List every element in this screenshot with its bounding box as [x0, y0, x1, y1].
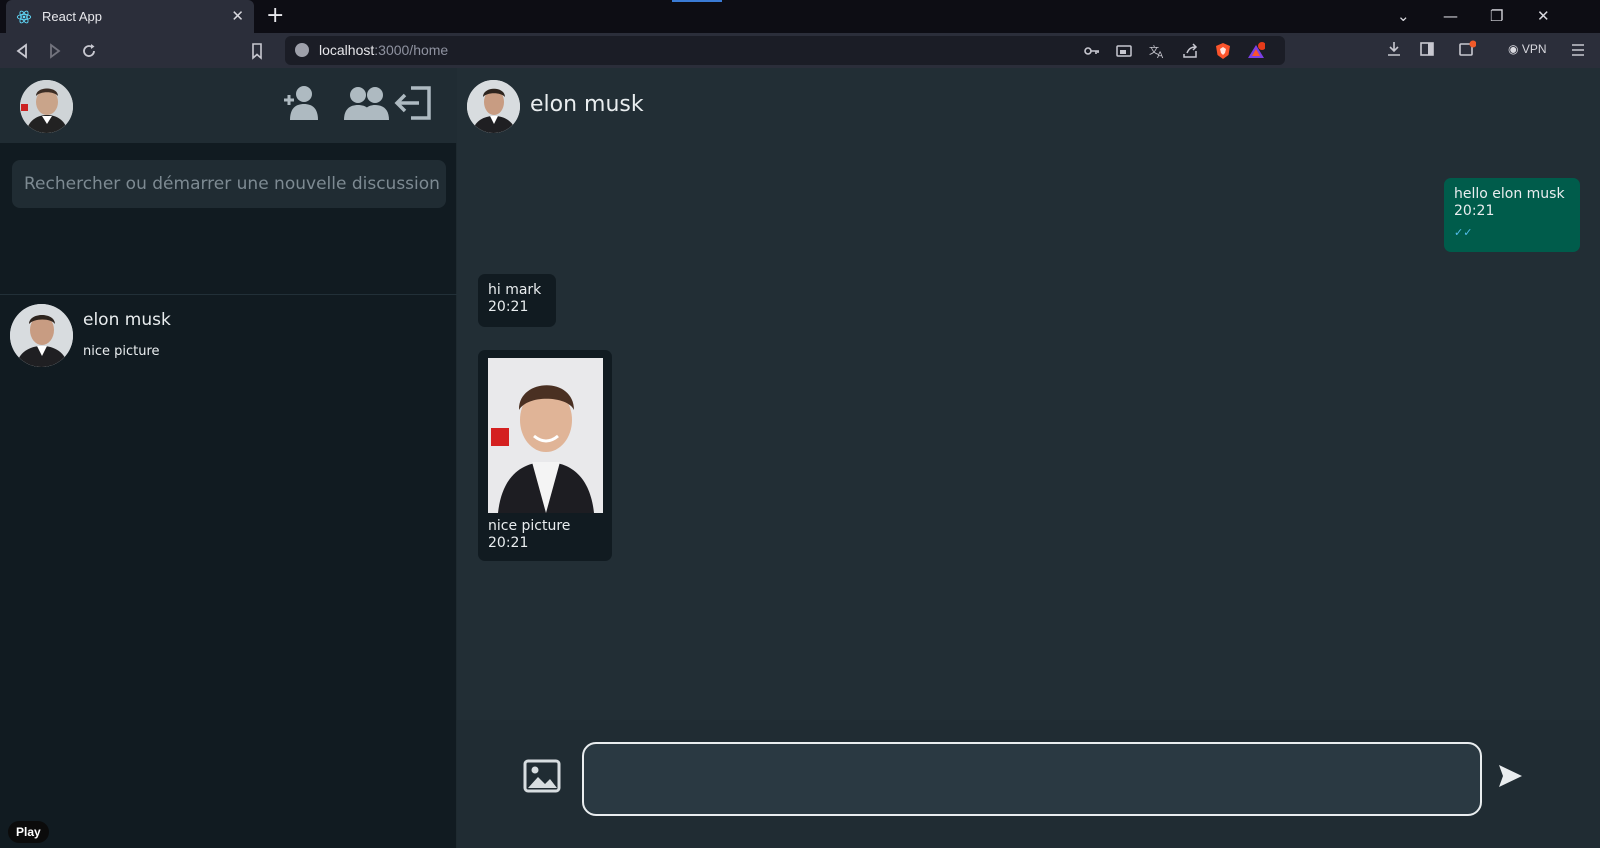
message-time: 20:21 [1454, 203, 1495, 219]
image-icon[interactable] [522, 756, 562, 796]
browser-tab-strip: React App ✕ + ⌄ — ❐ ✕ [0, 0, 1600, 33]
tab-search-chevron-icon[interactable]: ⌄ [1397, 7, 1410, 25]
vpn-button[interactable]: ◉ VPN [1508, 42, 1547, 56]
play-badge[interactable]: Play [8, 821, 49, 843]
url-text: localhost:3000/home [319, 42, 449, 58]
photo-image-icon [488, 358, 603, 513]
message-caption: nice picture [488, 518, 571, 534]
send-icon[interactable] [1496, 762, 1524, 790]
search-input[interactable] [12, 160, 446, 208]
contact-avatar [10, 304, 73, 367]
message-time: 20:21 [488, 299, 529, 315]
minimize-icon[interactable]: — [1443, 7, 1458, 25]
bookmark-icon[interactable] [247, 41, 267, 61]
restore-icon[interactable]: ❐ [1490, 7, 1503, 25]
reload-icon[interactable] [79, 41, 99, 61]
message-photo[interactable] [488, 358, 603, 513]
chat-item-last-message: nice picture [83, 344, 160, 359]
key-icon[interactable] [1083, 42, 1101, 60]
brave-rewards-icon[interactable] [1247, 42, 1265, 60]
my-avatar[interactable] [20, 80, 73, 133]
divider [0, 294, 457, 295]
incoming-message[interactable]: hi mark 20:21 [478, 274, 556, 327]
translate-icon[interactable]: 文A [1148, 42, 1166, 60]
user-photo-icon [20, 80, 73, 133]
back-icon[interactable] [12, 41, 32, 61]
browser-tab[interactable]: React App ✕ [6, 0, 254, 33]
outgoing-message[interactable]: hello elon musk 20:21 ✓✓ [1444, 178, 1580, 252]
cast-icon[interactable] [1115, 42, 1133, 60]
add-contact-icon[interactable] [280, 82, 322, 124]
conversation-header: elon musk [457, 68, 1600, 143]
contact-name: elon musk [530, 92, 644, 117]
chat-sidebar: elon musk nice picture [0, 68, 457, 848]
chat-item-name: elon musk [83, 310, 171, 330]
logout-icon[interactable] [393, 82, 435, 124]
address-bar[interactable]: localhost:3000/home 文A [285, 36, 1285, 65]
message-composer [457, 720, 1600, 848]
svg-text:A: A [1157, 51, 1164, 60]
react-favicon-icon [16, 10, 32, 23]
incoming-image-message[interactable]: nice picture 20:21 [478, 350, 612, 561]
message-text: hello elon musk [1454, 186, 1565, 202]
forward-icon[interactable] [45, 41, 65, 61]
download-icon[interactable] [1385, 40, 1403, 58]
message-time: 20:21 [488, 535, 529, 551]
wallet-icon[interactable] [1458, 40, 1476, 58]
contact-avatar[interactable] [467, 80, 520, 133]
sidebar-icon[interactable] [1418, 40, 1436, 58]
chat-list-item[interactable]: elon musk nice picture [0, 296, 457, 372]
message-input[interactable] [582, 742, 1482, 816]
read-receipt-icon: ✓✓ [1454, 226, 1473, 239]
close-icon[interactable]: ✕ [231, 7, 244, 25]
plus-icon[interactable]: + [266, 5, 284, 27]
loading-indicator [672, 0, 722, 2]
window-close-icon[interactable]: ✕ [1537, 7, 1550, 25]
tab-title: React App [42, 9, 102, 24]
browser-toolbar: localhost:3000/home 文A ◉ VPN [0, 33, 1600, 68]
menu-icon[interactable] [1569, 41, 1587, 59]
message-text: hi mark [488, 282, 542, 298]
site-info-icon[interactable] [295, 43, 309, 57]
brave-shield-icon[interactable] [1214, 42, 1232, 60]
share-icon[interactable] [1181, 42, 1199, 60]
contact-photo-icon [10, 304, 73, 367]
contact-photo-icon [467, 80, 520, 133]
conversation-panel: elon musk hello elon musk 20:21 ✓✓ hi ma… [457, 68, 1600, 848]
group-icon[interactable] [342, 82, 390, 124]
sidebar-header [0, 68, 457, 143]
